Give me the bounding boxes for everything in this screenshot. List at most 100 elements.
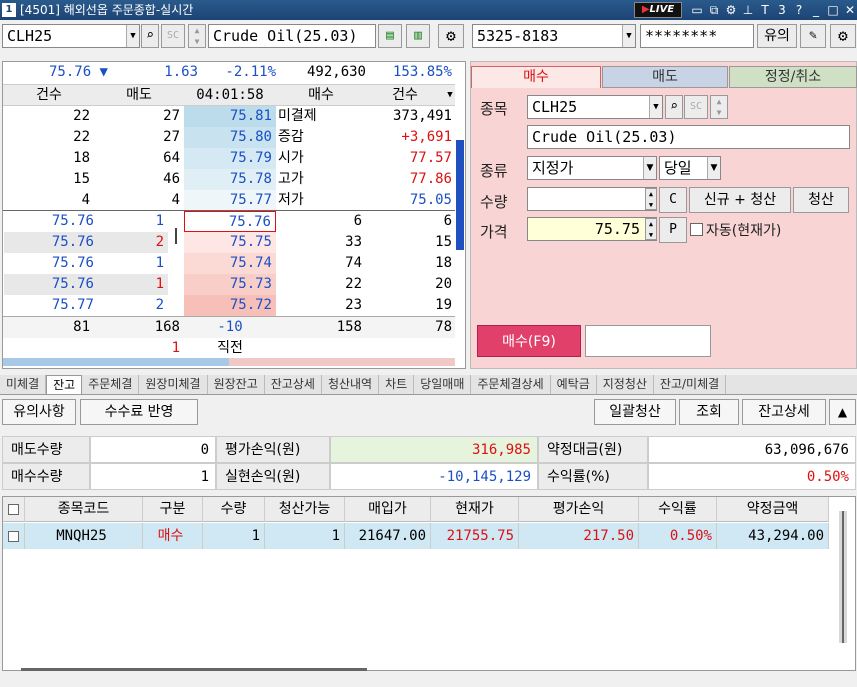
ask-price[interactable]: 75.78	[184, 169, 276, 190]
ask-price[interactable]: 75.79	[184, 148, 276, 169]
tab-9[interactable]: 주문체결상세	[471, 375, 551, 394]
tab-11[interactable]: 지정청산	[597, 375, 654, 394]
tab-7[interactable]: 차트	[379, 375, 415, 394]
ask-price[interactable]: 75.81	[184, 106, 276, 127]
chart-icon[interactable]: ▤	[378, 24, 402, 48]
collapse-up-icon[interactable]: ▲	[829, 399, 856, 425]
search-icon[interactable]: ⌕	[665, 95, 683, 119]
col-side[interactable]: 구분	[143, 497, 203, 522]
table-vscrollbar[interactable]	[839, 511, 847, 643]
new-close-button[interactable]: 신규 + 청산	[689, 187, 791, 213]
bid-price[interactable]: 75.73	[184, 274, 276, 295]
select-all-checkbox[interactable]	[3, 497, 25, 522]
ask-price[interactable]: 75.80	[184, 127, 276, 148]
tab-4[interactable]: 원장잔고	[208, 375, 265, 394]
account-select[interactable]: 5325-8183 ▼	[472, 24, 636, 48]
live-badge[interactable]: ▶LIVE	[634, 2, 682, 18]
row-checkbox[interactable]	[3, 523, 25, 549]
pin-icon[interactable]: ⊥	[741, 0, 755, 20]
gear-icon[interactable]: ⚙	[438, 24, 464, 48]
tab-6[interactable]: 청산내역	[322, 375, 380, 394]
tab-0[interactable]: 미체결	[0, 375, 47, 394]
auto-price-checkbox[interactable]	[690, 223, 703, 236]
notice-button[interactable]: 유의	[757, 24, 797, 48]
layout-icon[interactable]: ▭	[690, 0, 704, 20]
query-button[interactable]: 조회	[679, 399, 739, 425]
bid-price[interactable]: 75.74	[184, 253, 276, 274]
tab-5[interactable]: 잔고상세	[265, 375, 322, 394]
ask-price[interactable]: 75.77	[184, 190, 276, 211]
header-bid-count: 건수	[392, 87, 418, 103]
tab-8[interactable]: 당일매매	[414, 375, 472, 394]
chevron-down-icon[interactable]: ▼	[649, 96, 662, 118]
col-rate[interactable]: 수익률	[639, 497, 717, 522]
order-condition-select[interactable]: 당일 ▼	[659, 156, 721, 180]
eval-pl-value: 316,985	[330, 436, 538, 463]
tab-1[interactable]: 잔고	[46, 375, 83, 394]
eraser-icon[interactable]: ✎	[800, 24, 826, 48]
help-icon[interactable]: ?	[792, 0, 806, 20]
tick-price: 75.76	[51, 213, 94, 229]
order-symbol-input[interactable]: CLH25 ▼	[527, 95, 663, 119]
order-type-select[interactable]: 지정가 ▼	[527, 156, 657, 180]
stat-label: 미결제	[278, 108, 317, 124]
tab-sell[interactable]: 매도	[602, 66, 728, 88]
table-hscrollbar[interactable]	[21, 668, 367, 671]
chevron-down-icon[interactable]: ▼	[126, 25, 139, 47]
chevron-down-icon[interactable]: ▼	[444, 85, 456, 106]
col-eval-pl[interactable]: 평가손익	[519, 497, 639, 522]
qty-stepper[interactable]: ▲ ▼	[645, 188, 657, 210]
col-amount[interactable]: 약정금액	[717, 497, 829, 522]
qty-c-button[interactable]: C	[659, 187, 687, 213]
spin-icon[interactable]: ▲ ▼	[188, 24, 206, 48]
balance-detail-button[interactable]: 잔고상세	[742, 399, 826, 425]
chevron-down-icon[interactable]: ▼	[643, 157, 656, 179]
tab-10[interactable]: 예탁금	[551, 375, 597, 394]
fee-apply-button[interactable]: 수수료 반영	[80, 399, 198, 425]
maximize-icon[interactable]: □	[826, 0, 840, 20]
row-rate: 0.50%	[639, 523, 717, 549]
col-closable[interactable]: 청산가능	[265, 497, 345, 522]
bid-price[interactable]: 75.75	[184, 232, 276, 253]
bid-qty: 6	[353, 213, 362, 229]
search-icon[interactable]: ⌕	[141, 24, 159, 48]
chevron-down-icon[interactable]: ▼	[622, 25, 635, 47]
stat-label: 시가	[278, 150, 304, 166]
close-button[interactable]: 청산	[793, 187, 849, 213]
order-qty-input[interactable]	[527, 187, 657, 211]
col-cur-price[interactable]: 현재가	[431, 497, 519, 522]
settings-icon[interactable]: ⚙	[724, 0, 738, 20]
number-icon[interactable]: 3	[775, 0, 789, 20]
order-price-input[interactable]: 75.75	[527, 217, 657, 241]
table-row[interactable]: MNQH25 매수 1 1 21647.00 21755.75 217.50 0…	[3, 523, 829, 549]
copy-icon[interactable]: ⧉	[707, 0, 721, 20]
book-scrollbar[interactable]	[456, 140, 464, 250]
bid-count: 18	[435, 255, 452, 271]
price-p-button[interactable]: P	[659, 217, 687, 243]
sp-icon[interactable]: SC	[161, 24, 185, 48]
bid-price[interactable]: 75.76	[184, 211, 276, 232]
col-buy-price[interactable]: 매입가	[345, 497, 431, 522]
chevron-down-icon[interactable]: ▼	[707, 157, 720, 179]
sp-icon[interactable]: SC	[684, 95, 708, 119]
tab-buy[interactable]: 매수	[471, 66, 601, 88]
symbol-input[interactable]: CLH25 ▼	[2, 24, 140, 48]
password-field[interactable]: ********	[640, 24, 754, 48]
gear-icon[interactable]: ⚙	[830, 24, 856, 48]
spin-icon[interactable]: ▲ ▼	[710, 95, 728, 119]
bid-price[interactable]: 75.72	[184, 295, 276, 316]
export-icon[interactable]: ▥	[406, 24, 430, 48]
tab-modify-cancel[interactable]: 정정/취소	[729, 66, 857, 88]
minimize-icon[interactable]: _	[809, 0, 823, 20]
tab-2[interactable]: 주문체결	[82, 375, 140, 394]
tab-3[interactable]: 원장미체결	[139, 375, 208, 394]
notice-button[interactable]: 유의사항	[2, 399, 76, 425]
close-icon[interactable]: ✕	[843, 0, 857, 20]
price-stepper[interactable]: ▲ ▼	[645, 218, 657, 240]
close-all-button[interactable]: 일괄청산	[594, 399, 676, 425]
col-qty[interactable]: 수량	[203, 497, 265, 522]
buy-submit-button[interactable]: 매수(F9)	[477, 325, 581, 357]
tab-12[interactable]: 잔고/미체결	[654, 375, 727, 394]
col-code[interactable]: 종목코드	[25, 497, 143, 522]
text-icon[interactable]: T	[758, 0, 772, 20]
